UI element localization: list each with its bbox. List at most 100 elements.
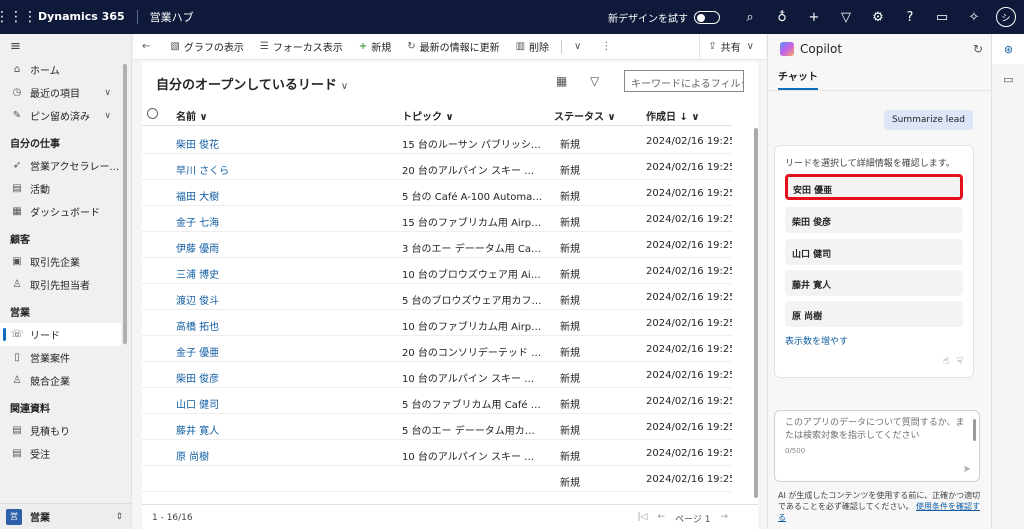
nav-item-sales-accelerator[interactable]: ➶ 営業アクセラレー... [0, 154, 131, 177]
nav-item-pinned[interactable]: ✎ ピン留め済み ∨ [0, 104, 131, 127]
nav-item-orders[interactable]: ▤ 受注 [0, 442, 131, 465]
lead-name-link[interactable]: 三浦 博史 [176, 266, 276, 281]
thumbs-up-icon[interactable]: ☝ [943, 356, 949, 367]
column-header-topic[interactable]: トピック ∨ [402, 108, 454, 123]
table-row[interactable]: 柴田 俊彦 10 台のアルパイン スキー ハウス用 ... 新規 2024/02/16… [142, 362, 732, 388]
lead-name-link[interactable]: 柴田 俊彦 [176, 370, 276, 385]
new-design-toggle[interactable] [694, 10, 720, 24]
table-row[interactable]: 伊藤 優雨 3 台のエー デーータム用 Café Duo ... 新規 2024/02… [142, 232, 732, 258]
next-page-icon[interactable]: → [720, 512, 728, 525]
table-row[interactable]: 山口 健司 5 台のファブリカム用 Café Duo E... 新規 2024/02/… [142, 388, 732, 414]
table-row[interactable]: 柴田 俊花 15 台のルーサン パブリッシング用 ... 新規 2024/02/16 … [142, 128, 732, 154]
nav-scrollbar[interactable] [123, 64, 127, 344]
delete-dropdown-button[interactable]: ∨ [566, 34, 593, 60]
table-row[interactable]: 新規 2024/02/16 19:25 [142, 466, 732, 492]
copilot-logo-icon [780, 42, 794, 56]
tab-chat[interactable]: チャット [778, 68, 818, 90]
keyword-filter-input[interactable]: キーワードによるフィルター [624, 70, 744, 92]
more-commands-button[interactable]: ⋮ [593, 34, 623, 60]
lead-name-link[interactable]: 高橋 拓也 [176, 318, 276, 333]
table-row[interactable]: 渡辺 俊斗 5 台のブロウズウェア用カフェ ライト ... 新規 2024/02/16… [142, 284, 732, 310]
share-button[interactable]: ⇪ 共有 ∨ [700, 34, 766, 60]
lead-name-link[interactable]: 山口 健司 [176, 396, 276, 411]
lead-option-5[interactable]: 原 尚樹 [785, 301, 963, 327]
back-button[interactable]: ← [134, 34, 162, 60]
view-selector[interactable]: 自分のオープンしているリード ∨ [156, 74, 348, 93]
plus-icon[interactable]: + [798, 0, 830, 34]
table-row[interactable]: 三浦 博史 10 台のブロウズウェア用 Airpot D... 新規 2024/02/… [142, 258, 732, 284]
nav-item-recent[interactable]: ◷ 最近の項目 ∨ [0, 81, 131, 104]
lead-created-date: 2024/02/16 19:25 [646, 136, 732, 147]
table-row[interactable]: 高橋 拓也 10 台のファブリカム用 Airpot コー... 新規 2024/02/… [142, 310, 732, 336]
table-row[interactable]: 藤井 寛人 5 台のエー デーータム用カフェ ライト ... 新規 2024/02/1… [142, 414, 732, 440]
input-scrollbar[interactable] [973, 419, 976, 441]
edit-columns-icon[interactable]: ▦ [556, 74, 567, 88]
show-chart-button[interactable]: ▧ グラフの表示 [162, 34, 251, 60]
app-title[interactable]: 営業ハブ [138, 9, 194, 25]
lead-name-link[interactable]: 渡辺 俊斗 [176, 292, 276, 307]
show-more-link[interactable]: 表示数を増やす [785, 334, 848, 347]
lead-name-link[interactable]: 伊藤 優雨 [176, 240, 276, 255]
app-launcher-icon[interactable]: ⋮⋮⋮ [0, 0, 37, 34]
search-icon[interactable]: ⌕ [734, 0, 766, 34]
thumbs-down-icon[interactable]: ☟ [957, 356, 963, 367]
nav-item-accounts[interactable]: ▣ 取引先企業 [0, 250, 131, 273]
chat-rail-icon[interactable]: ▭ [992, 64, 1024, 94]
copilot-input[interactable]: このアプリのデータについて質問するか、または検索対象を指示してください 0/50… [774, 410, 980, 482]
hamburger-menu-icon[interactable]: ≡ [0, 34, 131, 58]
chat-icon[interactable]: ▭ [926, 0, 958, 34]
copilot-rail-icon[interactable]: ⊛ [992, 34, 1024, 64]
send-icon[interactable]: ➤ [963, 464, 971, 475]
lead-option-3[interactable]: 山口 健司 [785, 239, 963, 265]
table-row[interactable]: 原 尚樹 10 台のアルパイン スキー ハウス用 ... 新規 2024/02/16 … [142, 440, 732, 466]
copilot-sparkle-icon[interactable]: ✧ [958, 0, 990, 34]
lead-name-link[interactable]: 早川 さくら [176, 162, 276, 177]
column-header-status[interactable]: ステータス ∨ [554, 108, 616, 123]
refresh-icon[interactable]: ↻ [973, 42, 983, 56]
filter-icon[interactable]: ▽ [590, 74, 599, 88]
gear-icon[interactable]: ⚙ [862, 0, 894, 34]
lead-option-2[interactable]: 柴田 俊彦 [785, 207, 963, 233]
help-icon[interactable]: ? [894, 0, 926, 34]
avatar[interactable]: シ [996, 7, 1016, 27]
nav-item-dashboards[interactable]: ▦ ダッシュボード [0, 200, 131, 223]
lead-name-link[interactable]: 原 尚樹 [176, 448, 276, 463]
grid-scrollbar[interactable] [754, 128, 758, 498]
record-count: 1 - 16/16 [152, 513, 193, 523]
nav-item-contacts[interactable]: ♙ 取引先担当者 [0, 273, 131, 296]
previous-page-icon[interactable]: ← [657, 512, 665, 525]
nav-item-leads[interactable]: ☏ リード [0, 323, 121, 346]
chevron-down-icon[interactable]: ∨ [104, 111, 111, 121]
select-all-checkbox[interactable] [147, 108, 158, 119]
lead-topic: 5 台の Café A-100 Automatic [402, 192, 544, 203]
area-switcher[interactable]: 営 営業 ⇕ [0, 503, 131, 529]
nav-item-home[interactable]: ⌂ ホーム [0, 58, 131, 81]
lead-name-link[interactable]: 柴田 俊花 [176, 136, 276, 151]
lead-name-link[interactable]: 金子 優亜 [176, 344, 276, 359]
brand-title[interactable]: Dynamics 365 [32, 10, 138, 24]
new-button[interactable]: + 新規 [351, 34, 399, 60]
first-page-icon[interactable]: |◁ [638, 512, 648, 525]
lightbulb-icon[interactable]: ♁ [766, 0, 798, 34]
nav-item-quotes[interactable]: ▤ 見積もり [0, 419, 131, 442]
table-row[interactable]: 金子 七海 15 台のファブリカム用 Airpot Duo ... 新規 2024/0… [142, 206, 732, 232]
nav-label: 見積もり [30, 427, 70, 438]
filter-icon[interactable]: ▽ [830, 0, 862, 34]
lead-option-1[interactable]: 安田 優亜 [785, 174, 963, 200]
table-row[interactable]: 福田 大樹 5 台の Café A-100 Automatic 新規 2024/02/… [142, 180, 732, 206]
focus-view-button[interactable]: ☰ フォーカス表示 [252, 34, 351, 60]
column-header-created[interactable]: 作成日 ↓ ∨ [646, 108, 699, 123]
nav-item-opportunities[interactable]: ▯ 営業案件 [0, 346, 131, 369]
lead-option-4[interactable]: 藤井 寛人 [785, 270, 963, 296]
column-header-name[interactable]: 名前 ∨ [176, 108, 208, 123]
lead-name-link[interactable]: 福田 大樹 [176, 188, 276, 203]
lead-name-link[interactable]: 金子 七海 [176, 214, 276, 229]
refresh-button[interactable]: ↻ 最新の情報に更新 [399, 34, 507, 60]
delete-button[interactable]: ▥ 削除 [508, 34, 557, 60]
nav-item-activities[interactable]: ▤ 活動 [0, 177, 131, 200]
table-row[interactable]: 早川 さくら 20 台のアルパイン スキー ハウス用 ... 新規 2024/02/1… [142, 154, 732, 180]
lead-name-link[interactable]: 藤井 寛人 [176, 422, 276, 437]
table-row[interactable]: 金子 優亜 20 台のコンソリデーテッド メッセン... 新規 2024/02/16 … [142, 336, 732, 362]
nav-item-competitors[interactable]: ♙ 競合企業 [0, 369, 131, 392]
chevron-down-icon[interactable]: ∨ [104, 88, 111, 98]
